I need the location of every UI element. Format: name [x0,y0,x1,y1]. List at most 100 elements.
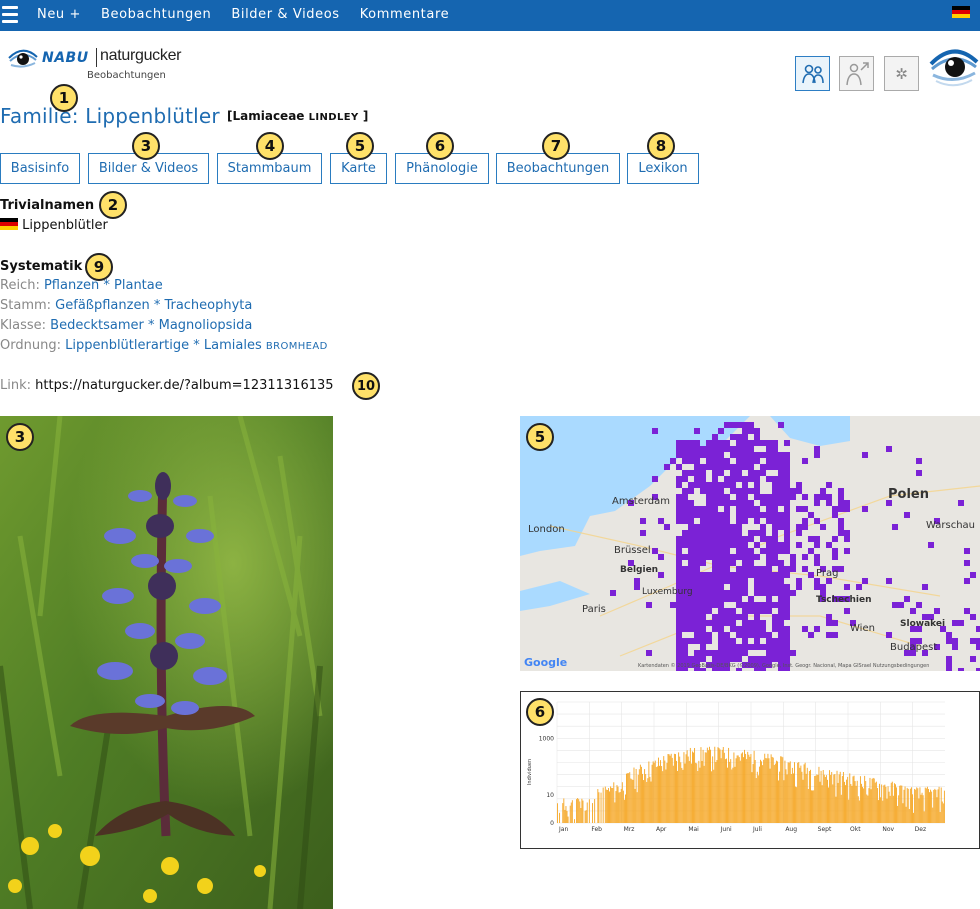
occurrence-cell [904,596,910,602]
google-logo: Google [524,656,567,669]
occurrence-cell [826,614,832,620]
occurrence-cell [784,440,790,446]
german-flag-icon [0,218,18,230]
occurrence-cell [700,578,706,584]
occurrence-cell [916,470,922,476]
map-attribution[interactable]: Kartendaten © 2019 GeoBasis-DE/BKG (©200… [638,662,929,669]
occurrence-cell [694,602,700,608]
occurrence-cell [694,638,700,644]
occurrence-cell [700,476,706,482]
daily-bar [834,774,836,823]
occurrence-cell [700,488,706,494]
taxon-link[interactable]: Gefäßpflanzen * Tracheophyta [55,298,252,313]
occurrence-cell [754,458,760,464]
occurrence-cell [712,650,718,656]
occurrence-cell [958,668,964,671]
daily-bar [660,760,662,823]
species-photo[interactable] [0,416,333,909]
occurrence-cell [814,494,820,500]
daily-bar [903,789,905,823]
occurrence-cell [718,470,724,476]
occurrence-cell [766,548,772,554]
daily-bar [750,754,752,823]
occurrence-cell [832,548,838,554]
daily-bar [888,791,890,823]
occurrence-cell [730,446,736,452]
occurrence-cell [754,542,760,548]
occurrence-cell [688,638,694,644]
occurrence-cell [712,584,718,590]
daily-bar [819,781,821,823]
daily-bar [734,766,736,823]
daily-bar [822,769,824,823]
occurrence-cell [778,632,784,638]
occurrence-cell [784,518,790,524]
occurrence-cell [706,512,712,518]
daily-bar [880,797,882,823]
occurrence-cell [820,488,826,494]
people-icon[interactable] [795,56,830,91]
occurrence-cell [778,650,784,656]
occurrence-cell [718,554,724,560]
occurrence-cell [676,506,682,512]
german-flag-icon[interactable] [952,6,970,18]
daily-bar [927,789,929,823]
occurrence-cell [952,638,958,644]
nav-beobachtungen[interactable]: Beobachtungen [101,7,211,22]
daily-bar [719,749,721,823]
occurrence-cell [694,620,700,626]
map-label-tschechien: Tschechien [816,595,872,605]
occurrence-cell [700,524,706,530]
occurrence-cell [766,452,772,458]
nav-kommentare[interactable]: Kommentare [360,7,450,22]
occurrence-cell [796,578,802,584]
daily-bar [933,789,935,823]
taxon-author: Bromhead [265,341,328,352]
occurrence-cell [688,458,694,464]
daily-bar [617,786,619,823]
map-canvas: Amsterdam London Brüssel Belgien Luxembu… [520,416,980,671]
occurrence-cell [712,566,718,572]
occurrence-cell [760,524,766,530]
daily-bar [637,774,639,823]
occurrence-cell [970,572,976,578]
nav-bilder-videos[interactable]: Bilder & Videos [231,7,339,22]
phenology-chart[interactable]: 0 10 1000 Jan Feb Mrz Apr Mai Juni Juli Aug Sept Ok… [520,691,980,849]
occurrence-cell [754,554,760,560]
occurrence-cell [760,608,766,614]
settings-icon[interactable]: ✲ [884,56,919,91]
menu-icon[interactable] [2,6,18,24]
daily-bar [567,816,569,823]
occurrence-cell [718,584,724,590]
nabu-naturgucker-logo[interactable]: NABU naturgucker Beobachtungen [8,42,208,88]
daily-bar [871,778,873,823]
taxon-link[interactable]: Lippenblütlerartige * Lamiales Bromhead [65,338,328,353]
daily-bar [795,786,797,823]
link-label: Link: [0,378,32,393]
occurrence-cell [688,446,694,452]
occurrence-cell [706,500,712,506]
tab-basisinfo[interactable]: Basisinfo [0,153,80,184]
occurrence-cell [736,434,742,440]
occurrence-cell [700,656,706,662]
annotation-badge: 8 [647,132,675,160]
occurrence-cell [700,482,706,488]
daily-bar [600,792,602,823]
occurrence-cell [718,560,724,566]
distribution-map[interactable]: Amsterdam London Brüssel Belgien Luxembu… [520,416,980,671]
occurrence-cell [814,500,820,506]
occurrence-cell [754,656,760,662]
occurrence-cell [652,476,658,482]
gender-icon[interactable] [839,56,874,91]
daily-bar [873,778,875,823]
daily-bar [936,797,938,823]
occurrence-cell [724,536,730,542]
taxon-link[interactable]: Bedecktsamer * Magnoliopsida [50,318,252,333]
occurrence-cell [772,494,778,500]
occurrence-cell [700,548,706,554]
nav-neu[interactable]: Neu + [37,7,81,22]
occurrence-cell [712,602,718,608]
occurrence-cell [688,554,694,560]
permalink-url[interactable]: https://naturgucker.de/?album=1231131613… [35,378,333,393]
occurrence-cell [682,470,688,476]
